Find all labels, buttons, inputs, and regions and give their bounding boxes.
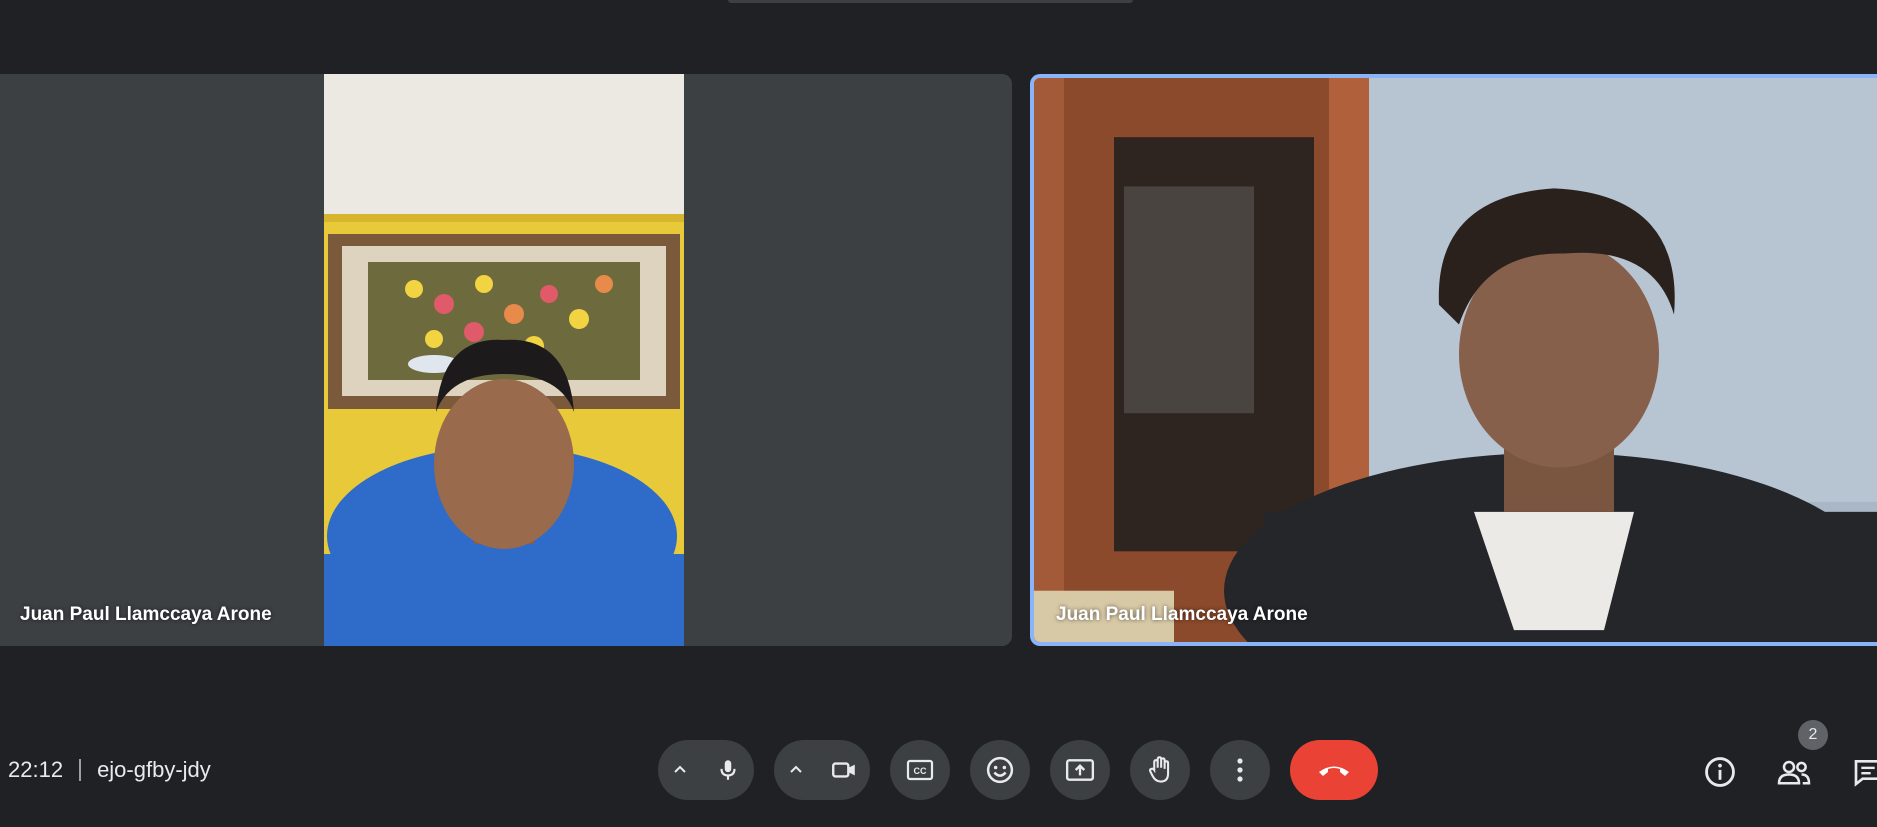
end-call-icon [1319,766,1349,776]
people-count-badge: 2 [1798,720,1828,750]
raise-hand-button[interactable] [1130,740,1190,800]
camera-icon [832,762,855,778]
participant-name: Juan Paul Llamccaya Arone [20,604,272,625]
more-options-button[interactable] [1210,740,1270,800]
participant-name: Juan Paul Llamccaya Arone [1056,604,1308,625]
end-call-button[interactable] [1290,740,1378,800]
camera-button[interactable] [818,740,870,800]
mic-options-button[interactable] [658,740,702,800]
video-frame [1034,78,1877,642]
call-controls: CC [658,740,1378,800]
meeting-code: ejo-gfby-jdy [97,757,211,782]
meeting-details-button[interactable] [1700,752,1740,792]
chevron-up-icon [674,765,686,773]
present-screen-icon [1065,759,1095,781]
video-frame [324,74,684,646]
camera-group [774,740,870,800]
participant-video [1034,78,1877,642]
microphone-icon [720,760,736,780]
camera-options-button[interactable] [774,740,818,800]
svg-text:CC: CC [914,766,927,776]
closed-captions-icon: CC [906,759,934,781]
side-tools: 2 [1700,720,1877,792]
mic-group [658,740,754,800]
chat-icon [1854,760,1877,787]
chat-button[interactable] [1848,752,1877,792]
more-vertical-icon [1237,758,1243,782]
meeting-time: 22:12 [8,757,64,782]
top-indicator [728,0,1133,3]
emoji-icon [986,756,1014,784]
hand-icon [1149,756,1170,783]
reactions-button[interactable] [970,740,1030,800]
meeting-info: 22:12 ejo-gfby-jdy [8,757,211,783]
people-button[interactable]: 2 [1774,720,1828,792]
present-button[interactable] [1050,740,1110,800]
info-icon [1705,757,1735,787]
participant-tile[interactable]: Juan Paul Llamccaya Arone [0,74,1012,646]
participant-tile-active[interactable]: Juan Paul Llamccaya Arone [1030,74,1877,646]
chevron-up-icon [790,765,802,773]
people-icon [1777,760,1811,785]
mic-button[interactable] [702,740,754,800]
call-toolbar: 22:12 ejo-gfby-jdy CC 2 [0,720,1877,814]
captions-button[interactable]: CC [890,740,950,800]
divider [79,759,82,781]
participant-video [324,74,684,646]
